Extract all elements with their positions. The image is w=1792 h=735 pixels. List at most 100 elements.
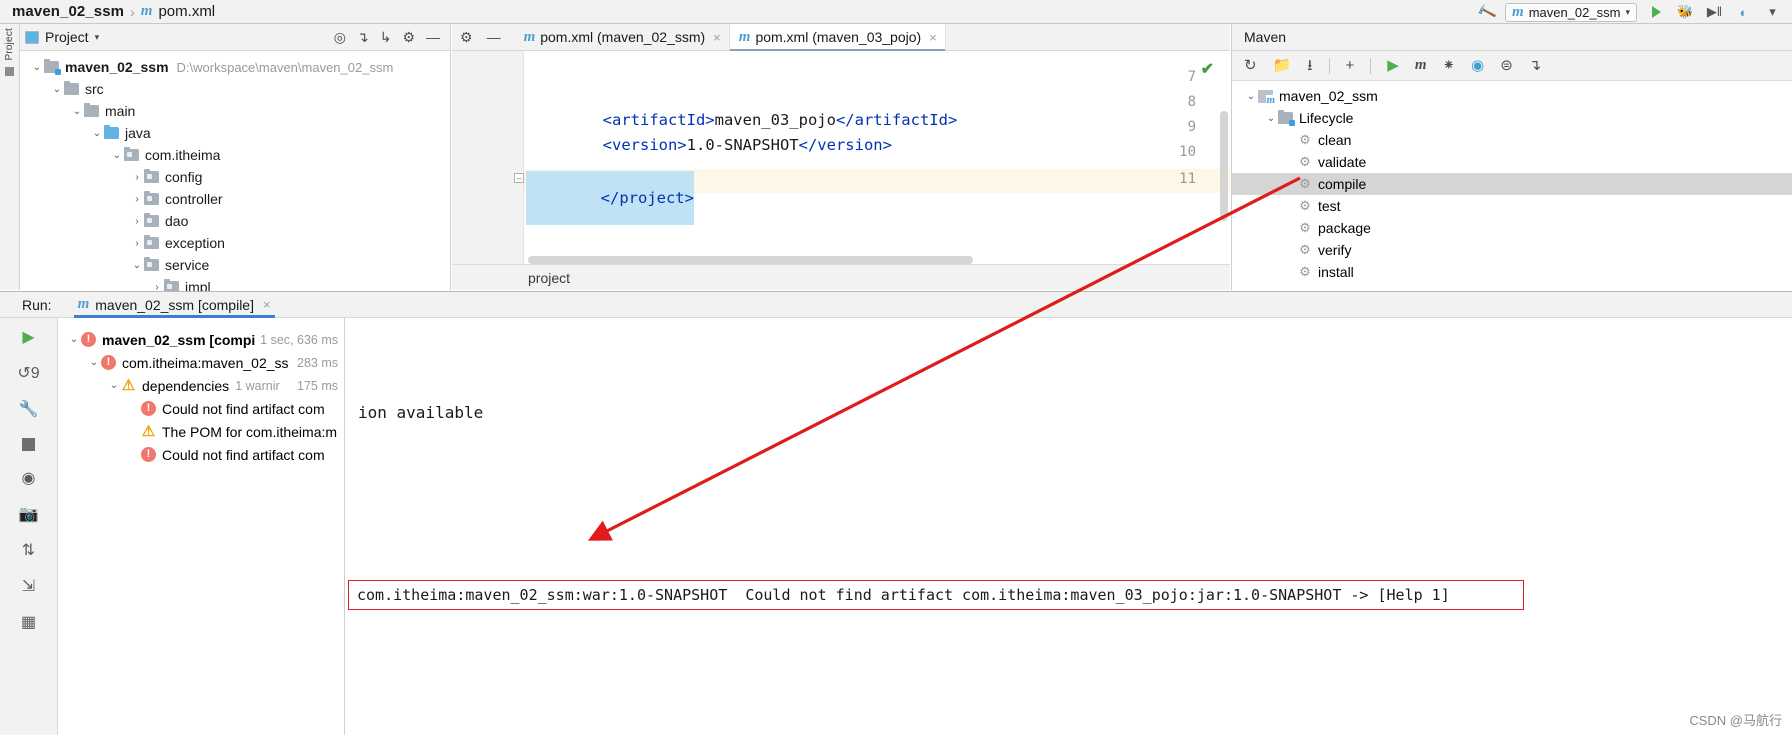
chevron-right-icon[interactable]: › xyxy=(130,216,144,227)
run-console[interactable]: ion available com.itheima:maven_02_ssm:w… xyxy=(346,318,1792,735)
breadcrumb-file[interactable]: pom.xml xyxy=(158,3,215,20)
chevron-down-icon[interactable] xyxy=(127,449,141,460)
chevron-down-icon[interactable]: ⌄ xyxy=(30,62,44,73)
editor-tab-pom-maven-03-pojo[interactable]: m pom.xml (maven_03_pojo) × xyxy=(729,24,946,51)
settings-gear-icon[interactable]: ⚙ xyxy=(402,30,415,44)
settings-wrench-icon[interactable]: 🔧 xyxy=(19,402,39,418)
run-tree-item[interactable]: ⚠ The POM for com.itheima:m xyxy=(59,420,344,443)
editor-tab-pom-maven-02-ssm[interactable]: m pom.xml (maven_02_ssm) × xyxy=(514,24,730,50)
run-tree-item[interactable]: ⌄! maven_02_ssm [compi 1 sec, 636 ms xyxy=(59,328,344,351)
chevron-down-icon[interactable] xyxy=(1284,157,1298,168)
chevron-right-icon[interactable]: › xyxy=(130,194,144,205)
project-tree-item-controller[interactable]: › controller xyxy=(20,188,450,210)
chevron-down-icon[interactable] xyxy=(1284,267,1298,278)
close-icon[interactable]: × xyxy=(929,30,937,45)
horizontal-scrollbar[interactable] xyxy=(528,256,973,264)
maven-tree-item-validate[interactable]: ⚙ validate xyxy=(1232,151,1792,173)
project-tree-item-src[interactable]: ⌄ src xyxy=(20,78,450,100)
maven-tree-item-install[interactable]: ⚙ install xyxy=(1232,261,1792,283)
download-sources-icon[interactable]: ⭳ xyxy=(1307,58,1312,73)
toggle-skip-tests-icon[interactable]: ⁕ xyxy=(1443,58,1456,73)
chevron-down-icon[interactable]: ⌄ xyxy=(87,357,101,368)
close-icon[interactable]: × xyxy=(713,30,721,45)
run-tree-item[interactable]: ! Could not find artifact com xyxy=(59,443,344,466)
chevron-down-icon[interactable]: ⌄ xyxy=(90,128,104,139)
expand-all-icon[interactable]: ⊜ xyxy=(1500,58,1513,73)
run-tab-maven-02-ssm-compile[interactable]: m maven_02_ssm [compile] × xyxy=(73,292,275,318)
breadcrumb-project[interactable]: maven_02_ssm xyxy=(12,3,124,20)
chevron-down-icon[interactable]: ⌄ xyxy=(110,150,124,161)
chevron-right-icon[interactable]: › xyxy=(130,172,144,183)
maven-tree-item-package[interactable]: ⚙ package xyxy=(1232,217,1792,239)
hide-minus-icon[interactable]: — xyxy=(487,30,501,44)
generate-sources-icon[interactable]: 📁 xyxy=(1273,58,1292,73)
tool-window-label-project[interactable]: Project xyxy=(4,28,15,61)
chevron-down-icon[interactable]: ⌄ xyxy=(50,84,64,95)
project-tree-item-java[interactable]: ⌄ java xyxy=(20,122,450,144)
chevron-right-icon[interactable]: › xyxy=(130,238,144,249)
run-configuration-selector[interactable]: m maven_02_ssm ▾ xyxy=(1505,2,1637,22)
hide-minus-icon[interactable]: — xyxy=(426,30,440,44)
filter-eye-icon[interactable]: ◉ xyxy=(22,471,36,487)
chevron-down-icon[interactable]: ⌄ xyxy=(1244,91,1258,102)
project-panel-title-group[interactable]: Project ▾ xyxy=(25,29,99,45)
project-tree-item-config[interactable]: › config xyxy=(20,166,450,188)
maven-tree-item-verify[interactable]: ⚙ verify xyxy=(1232,239,1792,261)
project-tree-item-maven-02-ssm[interactable]: ⌄ maven_02_ssm D:\workspace\maven\maven_02… xyxy=(20,56,450,78)
chevron-down-icon[interactable]: ⌄ xyxy=(1264,113,1278,124)
maven-tree-item-maven-02-ssm[interactable]: ⌄ maven_02_ssm xyxy=(1232,85,1792,107)
project-tree-item-service[interactable]: ⌄ service xyxy=(20,254,450,276)
code-fold-toggle[interactable]: – xyxy=(514,173,524,183)
maven-tree-item-compile[interactable]: ⚙ compile xyxy=(1232,173,1792,195)
chevron-down-icon[interactable] xyxy=(127,403,141,414)
layout-icon[interactable]: ▦ xyxy=(21,615,36,631)
run-tree-item[interactable]: ⌄ ⚠ dependencies 1 warnir 175 ms xyxy=(59,374,344,397)
project-tree-item-main[interactable]: ⌄ main xyxy=(20,100,450,122)
maven-tree-item-lifecycle[interactable]: ⌄ Lifecycle xyxy=(1232,107,1792,129)
editor-breadcrumb[interactable]: project xyxy=(452,264,1230,290)
close-icon[interactable]: × xyxy=(263,297,271,312)
run-tree-item[interactable]: ! Could not find artifact com xyxy=(59,397,344,420)
rerun-failed-tests-icon[interactable]: ↺9 xyxy=(17,366,39,382)
locate-icon[interactable]: ◎ xyxy=(334,30,346,44)
chevron-down-icon[interactable]: ⌄ xyxy=(67,334,81,345)
run-tree-item[interactable]: ⌄! com.itheima:maven_02_ss 283 ms xyxy=(59,351,344,374)
editor-gutter[interactable] xyxy=(452,51,524,290)
expand-all-icon[interactable]: ↴ xyxy=(357,30,369,44)
structure-tool-icon[interactable] xyxy=(5,66,14,76)
project-tree-item-exception[interactable]: › exception xyxy=(20,232,450,254)
more-options-icon[interactable]: ▾ xyxy=(1763,3,1782,22)
settings-gear-icon[interactable]: ⚙ xyxy=(460,30,473,44)
run-play-icon[interactable] xyxy=(1647,3,1666,22)
stop-icon[interactable] xyxy=(22,438,35,451)
chevron-down-icon[interactable] xyxy=(1284,201,1298,212)
add-icon[interactable]: + xyxy=(1346,58,1355,73)
sort-icon[interactable]: ⇅ xyxy=(22,543,35,559)
project-tree-item-dao[interactable]: › dao xyxy=(20,210,450,232)
chevron-down-icon[interactable] xyxy=(1284,179,1298,190)
build-hammer-icon[interactable]: 🔨 xyxy=(1475,1,1497,23)
inspection-status-icon[interactable]: ✔ xyxy=(1201,59,1214,79)
reload-all-icon[interactable]: ↻ xyxy=(1244,58,1257,73)
chevron-down-icon[interactable] xyxy=(1284,223,1298,234)
chevron-down-icon[interactable]: ⌄ xyxy=(70,106,84,117)
collapse-all-icon[interactable]: ↴ xyxy=(1529,58,1542,73)
chevron-down-icon[interactable] xyxy=(127,426,141,437)
chevron-down-icon[interactable]: ⌄ xyxy=(130,260,144,271)
chevron-down-icon[interactable]: ⌄ xyxy=(107,380,121,391)
export-screenshot-icon[interactable]: 📷 xyxy=(19,507,39,523)
code-editor[interactable]: 7 8 9 10 11 – <groupId>com.itheima</grou… xyxy=(452,51,1230,290)
execute-maven-goal-icon[interactable]: m xyxy=(1415,58,1427,73)
debug-bug-icon[interactable]: 🐝 xyxy=(1676,3,1695,22)
project-tree-item-com-itheima[interactable]: ⌄ com.itheima xyxy=(20,144,450,166)
chevron-down-icon[interactable] xyxy=(1284,245,1298,256)
maven-tree-item-clean[interactable]: ⚙ clean xyxy=(1232,129,1792,151)
maven-tree-item-test[interactable]: ⚙ test xyxy=(1232,195,1792,217)
vertical-scrollbar[interactable] xyxy=(1220,111,1228,221)
chevron-down-icon[interactable] xyxy=(1284,135,1298,146)
expand-icon[interactable]: ⇲ xyxy=(22,579,35,595)
toggle-offline-mode-icon[interactable]: ◉ xyxy=(1471,58,1484,73)
rerun-play-icon[interactable]: ▶ xyxy=(22,330,34,346)
run-with-coverage-icon[interactable]: ▶‖ xyxy=(1705,3,1724,22)
run-play-icon[interactable]: ▶ xyxy=(1387,58,1399,73)
